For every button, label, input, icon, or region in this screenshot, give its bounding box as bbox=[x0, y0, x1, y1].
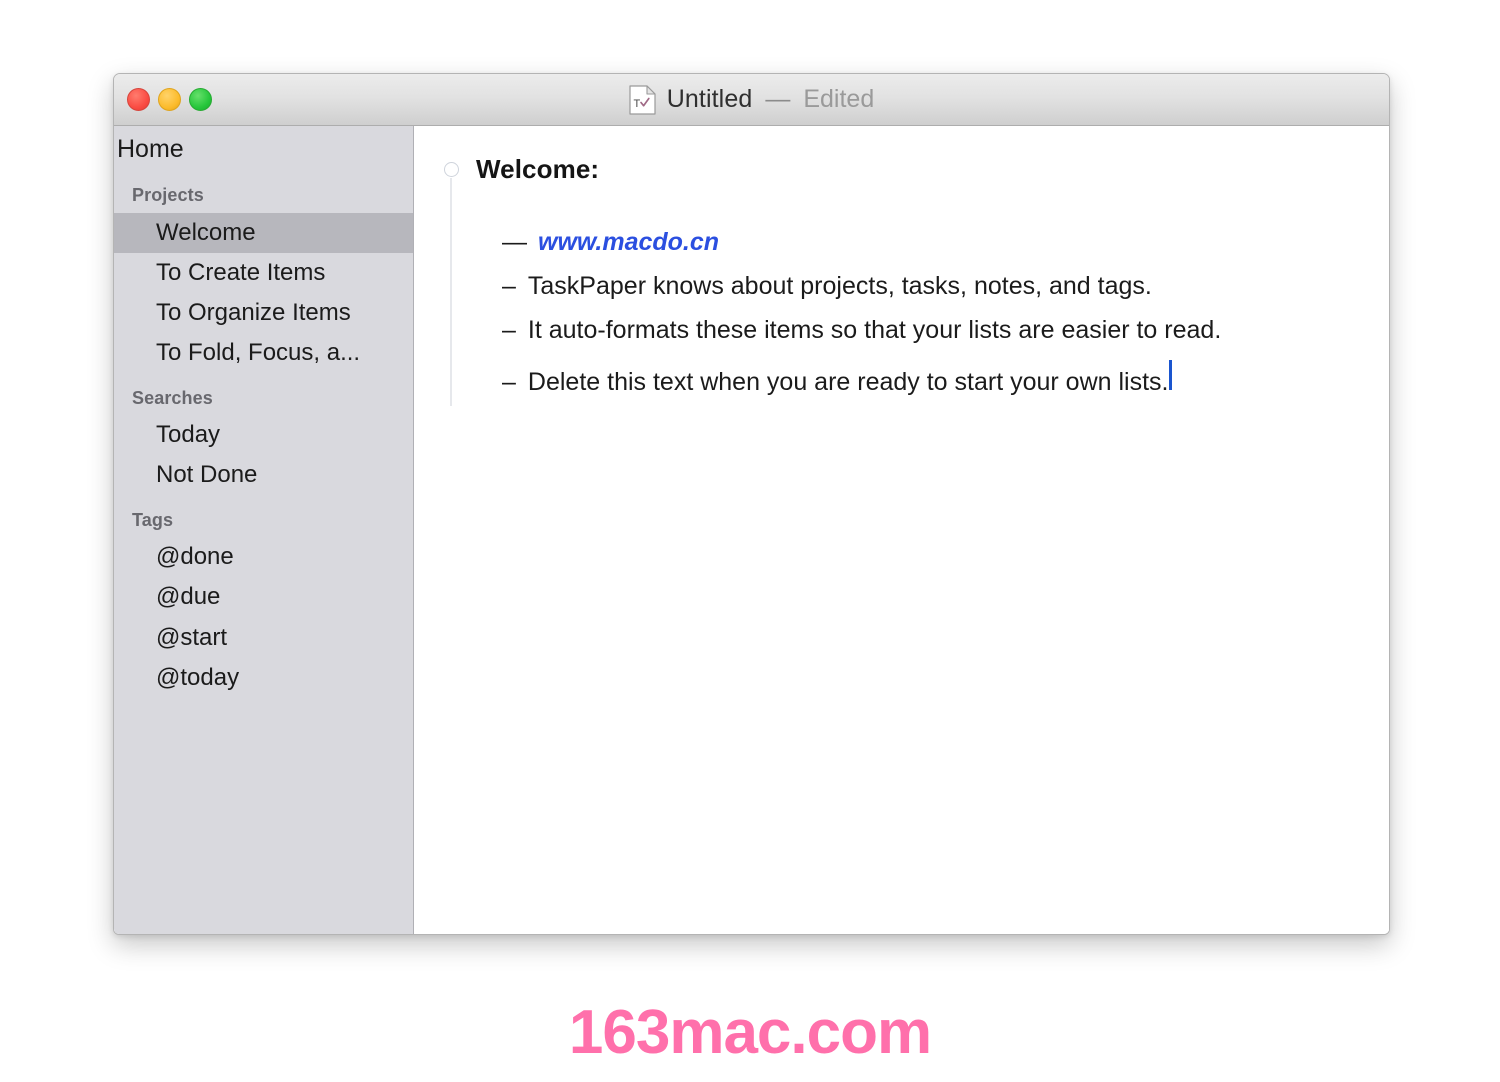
project-disclosure-handle-icon[interactable] bbox=[444, 161, 459, 177]
window-body: Home Projects Welcome To Create Items To… bbox=[114, 126, 1389, 934]
item-bullet: — bbox=[502, 228, 527, 256]
title-bar[interactable]: T Untitled — Edited bbox=[114, 74, 1389, 126]
sidebar[interactable]: Home Projects Welcome To Create Items To… bbox=[114, 126, 414, 934]
sidebar-item-today[interactable]: Today bbox=[114, 415, 413, 455]
sidebar-item-home[interactable]: Home bbox=[114, 130, 413, 171]
list-item[interactable]: — www.macdo.cn bbox=[502, 228, 1389, 272]
item-bullet: – bbox=[502, 368, 516, 396]
sidebar-item-to-organize-items[interactable]: To Organize Items bbox=[114, 293, 413, 333]
sidebar-section-searches: Searches bbox=[132, 387, 213, 408]
list-item[interactable]: – TaskPaper knows about projects, tasks,… bbox=[502, 272, 1389, 316]
window-edited-state: Edited bbox=[803, 85, 875, 113]
outline: Welcome: — www.macdo.cn – TaskPaper know… bbox=[414, 126, 1389, 406]
sidebar-item-tag-due[interactable]: @due bbox=[114, 577, 413, 617]
sidebar-item-to-fold-focus[interactable]: To Fold, Focus, a... bbox=[114, 333, 413, 373]
list-item[interactable]: – It auto-formats these items so that yo… bbox=[502, 316, 1389, 360]
svg-text:T: T bbox=[633, 98, 640, 110]
maximize-button[interactable] bbox=[189, 88, 212, 111]
outline-guide-line bbox=[450, 178, 452, 406]
project-title[interactable]: Welcome: bbox=[476, 154, 599, 185]
app-window: T Untitled — Edited Home Projects Welcom… bbox=[113, 73, 1390, 935]
sidebar-item-to-create-items[interactable]: To Create Items bbox=[114, 253, 413, 293]
taskpaper-document-icon: T bbox=[629, 84, 656, 115]
item-text[interactable]: TaskPaper knows about projects, tasks, n… bbox=[528, 272, 1152, 301]
item-link-macdo[interactable]: www.macdo.cn bbox=[538, 228, 719, 257]
sidebar-section-projects: Projects bbox=[132, 185, 204, 206]
sidebar-item-welcome[interactable]: Welcome bbox=[114, 212, 413, 254]
minimize-button[interactable] bbox=[158, 88, 181, 111]
item-bullet: – bbox=[502, 272, 516, 300]
sidebar-section-tags: Tags bbox=[132, 509, 174, 530]
item-bullet: – bbox=[502, 316, 516, 344]
document-editor[interactable]: Welcome: — www.macdo.cn – TaskPaper know… bbox=[414, 126, 1389, 934]
project-row[interactable]: Welcome: bbox=[414, 148, 1389, 190]
sidebar-item-tag-done[interactable]: @done bbox=[114, 537, 413, 577]
item-text[interactable]: Delete this text when you are ready to s… bbox=[528, 368, 1169, 397]
list-item[interactable]: – Delete this text when you are ready to… bbox=[502, 360, 1389, 404]
text-caret bbox=[1169, 360, 1173, 390]
window-title-separator: — bbox=[765, 85, 791, 113]
sidebar-item-tag-today[interactable]: @today bbox=[114, 658, 413, 698]
sidebar-item-tag-start[interactable]: @start bbox=[114, 618, 413, 658]
window-title: T Untitled — Edited bbox=[629, 84, 875, 115]
window-title-text: Untitled bbox=[666, 85, 753, 113]
close-button[interactable] bbox=[127, 88, 150, 111]
sidebar-item-not-done[interactable]: Not Done bbox=[114, 455, 413, 495]
items-list: — www.macdo.cn – TaskPaper knows about p… bbox=[414, 190, 1389, 404]
window-controls bbox=[127, 74, 212, 125]
watermark: 163mac.com bbox=[568, 998, 932, 1067]
item-text[interactable]: It auto-formats these items so that your… bbox=[528, 316, 1221, 345]
